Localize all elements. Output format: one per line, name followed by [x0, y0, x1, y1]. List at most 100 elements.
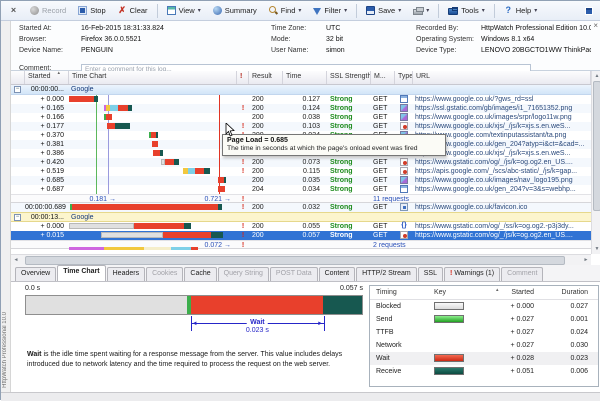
tab-headers[interactable]: Headers [107, 267, 145, 281]
time-chart-cell [69, 149, 237, 158]
url-cell[interactable]: https://www.google.co.uk/images/srpr/log… [413, 113, 591, 122]
save-button[interactable]: Save▾ [360, 2, 407, 20]
url-cell[interactable]: https://apis.google.com/_/scs/abc-static… [413, 167, 591, 176]
scroll-right-icon[interactable]: ► [581, 255, 591, 266]
timing-header-key[interactable]: Key [434, 286, 486, 299]
request-row[interactable]: + 0.165!2000.124StrongGEThttps://ssl.gst… [11, 104, 591, 113]
url-cell[interactable]: https://www.gstatic.com/og/_/js/k=og.og2… [413, 231, 591, 240]
request-row[interactable]: + 0.6852000.035StrongGEThttps://www.goog… [11, 176, 591, 185]
result-cell: 200 [249, 113, 283, 122]
scroll-down-icon[interactable]: ▼ [592, 244, 600, 254]
js-type-icon [400, 122, 408, 130]
tab-warnings-1-[interactable]: !Warnings (1) [444, 267, 500, 281]
column-header-time[interactable]: Time [283, 71, 327, 84]
group-page-title: Google [69, 85, 591, 95]
started-cell: + 0.687 [25, 185, 69, 194]
timing-started: + 0.000 [486, 300, 544, 313]
url-cell[interactable]: https://ssl.gstatic.com/gb/images/i1_716… [413, 104, 591, 113]
request-row[interactable]: + 0.0002000.127StrongGEThttps://www.goog… [11, 95, 591, 104]
filter-button[interactable]: Filter▾ [307, 2, 353, 20]
request-row[interactable]: + 0.1662000.038StrongGEThttps://www.goog… [11, 113, 591, 122]
column-header-ssl-strength[interactable]: SSL Strength [327, 71, 371, 84]
close-button[interactable]: × [3, 2, 24, 20]
column-header-type[interactable]: Type [395, 71, 413, 84]
column-header--[interactable]: ! [237, 71, 249, 84]
timing-header-duration[interactable]: Duration [544, 286, 598, 299]
tab-cache[interactable]: Cache [184, 267, 216, 281]
request-timeline: ◄ ► Wait 0.023 s [25, 295, 363, 345]
window-button[interactable] [579, 2, 599, 20]
time-chart-cell [69, 167, 237, 176]
request-row[interactable]: + 0.177!2000.103StrongGEThttps://www.goo… [11, 122, 591, 131]
vertical-scrollbar[interactable]: ▲ ▼ [591, 71, 600, 254]
toolbar-separator [356, 4, 357, 18]
column-header-expand[interactable] [11, 71, 25, 84]
summary-button[interactable]: Summary [207, 2, 263, 20]
url-cell[interactable]: https://www.google.co.uk/gen_204?v=3&s=w… [413, 185, 591, 194]
url-cell[interactable]: https://www.google.co.uk/xjs/_/js/k=xjs.… [413, 122, 591, 131]
time-cell [283, 241, 327, 250]
receive-key-swatch [434, 367, 464, 375]
time-cell: 0.032 [283, 203, 327, 212]
print-button[interactable]: ▾ [407, 2, 435, 20]
vertical-scroll-thumb[interactable] [593, 81, 600, 211]
column-header-url[interactable]: URL [413, 71, 591, 84]
time-chart-cell [69, 113, 237, 122]
page-group-row[interactable]: −00:00:13...Google [11, 212, 591, 222]
bar-segment-wait [106, 114, 112, 120]
scroll-left-icon[interactable]: ◄ [11, 255, 21, 266]
view-button[interactable]: View▾ [161, 2, 207, 20]
request-row[interactable]: + 0.6872040.034StrongGEThttps://www.goog… [11, 185, 591, 194]
time-chart-cell [69, 104, 237, 113]
session-info-panel: × Comment: Started At:16-Feb-2015 18:31:… [11, 21, 600, 71]
collapse-icon[interactable]: − [14, 214, 21, 221]
wait-description-text: is the idle time spent waiting for a res… [27, 351, 342, 368]
clear-button[interactable]: ✗Clear [112, 2, 154, 20]
time-chart-cell [69, 222, 237, 231]
bar-segment-ssl [110, 105, 118, 111]
column-header-m-[interactable]: M... [371, 71, 395, 84]
started-cell: + 0.386 [25, 149, 69, 158]
horizontal-scrollbar[interactable]: ◄ ► [11, 254, 591, 265]
tab-content[interactable]: Content [319, 267, 356, 281]
page-group-row[interactable]: −00:00:00...Google [11, 85, 591, 95]
request-row[interactable]: + 0.000!2000.055StrongGET{}https://www.g… [11, 222, 591, 231]
request-row[interactable]: + 0.519!2000.115StrongGEThttps://apis.go… [11, 167, 591, 176]
timing-header-timing[interactable]: Timing [370, 286, 434, 299]
collapse-icon[interactable]: − [14, 86, 21, 93]
timing-name: TTFB [370, 326, 434, 339]
stop-button[interactable]: Stop [72, 2, 111, 20]
method-cell: GET [371, 158, 395, 167]
tab-overview[interactable]: Overview [15, 267, 56, 281]
url-cell[interactable]: https://www.google.co.uk/images/nav_logo… [413, 176, 591, 185]
dom-load-line [108, 149, 109, 158]
url-cell[interactable]: https://www.gstatic.com/og/_/ss/k=og.og2… [413, 222, 591, 231]
tools-button[interactable]: Tools▾ [442, 2, 491, 20]
url-cell[interactable]: https://www.gstatic.com/og/_/js/k=og.og2… [413, 158, 591, 167]
result-cell: 200 [249, 203, 283, 212]
column-header-result[interactable]: Result [249, 71, 283, 84]
column-header-time-chart[interactable]: Time Chart [69, 71, 237, 84]
column-header-started[interactable]: Started▴ [25, 71, 69, 84]
dom-load-line [108, 176, 109, 185]
type-cell [395, 158, 413, 167]
url-cell[interactable]: https://www.google.co.uk/?gws_rd=ssl [413, 95, 591, 104]
horizontal-scroll-thumb[interactable] [25, 256, 565, 265]
timing-name: Wait [370, 352, 434, 365]
timeline-segment-receive [323, 296, 362, 314]
find-button[interactable]: Find▾ [263, 2, 308, 20]
scroll-up-icon[interactable]: ▲ [592, 71, 600, 81]
dom-load-line [108, 140, 109, 149]
tab-time-chart[interactable]: Time Chart [57, 265, 105, 281]
tab-query-string: Query String [218, 267, 269, 281]
request-row[interactable]: 00:00:00.689!2000.032StrongGEThttps://ww… [11, 203, 591, 212]
request-row[interactable]: + 0.420!2000.073StrongGEThttps://www.gst… [11, 158, 591, 167]
time-chart-cell [69, 185, 237, 194]
request-row[interactable]: + 0.015!2000.057StrongGEThttps://www.gst… [11, 231, 591, 240]
url-cell[interactable]: https://www.google.co.uk/favicon.ico [413, 203, 591, 212]
method-cell: GET [371, 176, 395, 185]
tab-http-2-stream[interactable]: HTTP/2 Stream [356, 267, 417, 281]
timing-header-started[interactable]: Started [486, 286, 544, 299]
tab-ssl[interactable]: SSL [418, 267, 443, 281]
help-button[interactable]: ?Help▾ [498, 2, 543, 20]
